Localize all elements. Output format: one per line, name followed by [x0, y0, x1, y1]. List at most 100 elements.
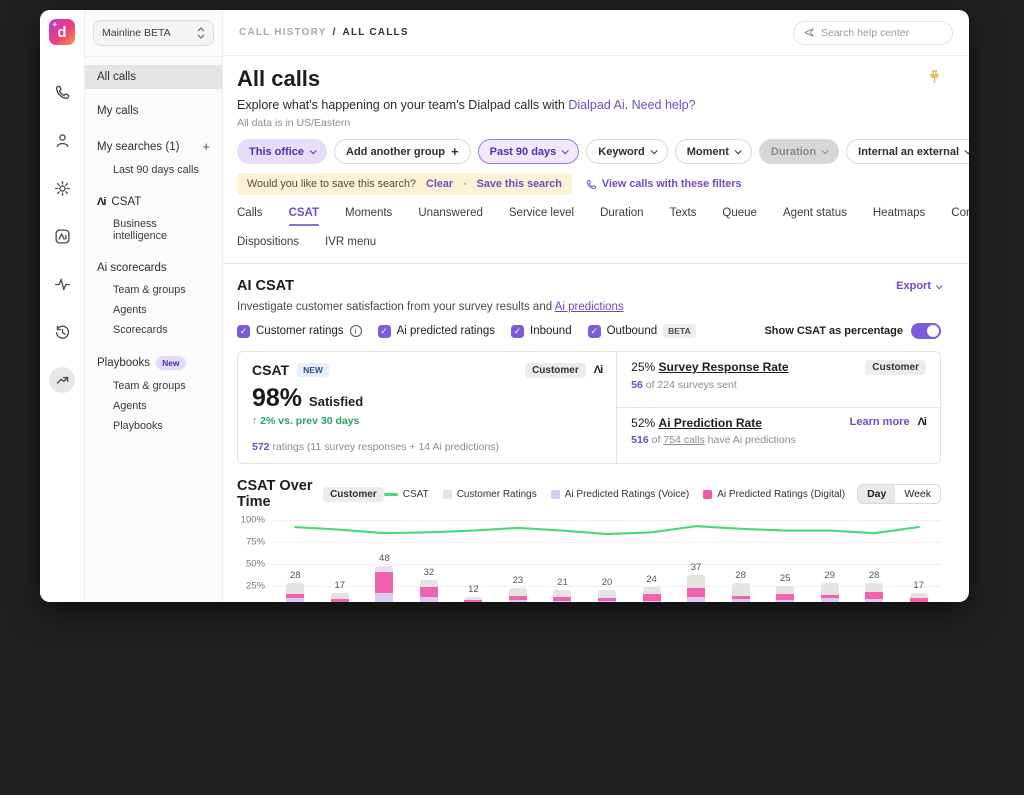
checkbox-outbound[interactable]: ✓OutboundBETA	[588, 324, 696, 338]
clear-search-button[interactable]: Clear	[426, 178, 453, 190]
contact-icon[interactable]	[49, 127, 75, 153]
filter-pill-internal-an-external[interactable]: Internal an external	[846, 139, 969, 164]
ai-prediction-sub: 516 of 754 calls have Ai predictions	[631, 434, 926, 446]
dialpad-ai-icon[interactable]	[49, 223, 75, 249]
dialpad-ai-icon: Λi	[97, 196, 105, 208]
sidebar-item-last-90-days-calls[interactable]: Last 90 days calls	[85, 160, 222, 180]
export-button[interactable]: Export	[896, 280, 941, 292]
sidebar-item-my-calls[interactable]: My calls	[85, 99, 222, 123]
dialpad-ai-icon: Λi	[918, 416, 926, 428]
interval-day[interactable]: Day	[858, 485, 895, 503]
analytics-trend-icon[interactable]	[49, 367, 75, 393]
y-tick-label: 75%	[246, 537, 265, 548]
sidebar-item-my-searches-1-[interactable]: My searches (1)+	[85, 133, 222, 160]
toggle-label: Show CSAT as percentage	[764, 325, 903, 337]
add-search-button[interactable]: +	[202, 139, 210, 154]
sidebar-item-label: Agents	[113, 400, 147, 412]
csat-summary-card: CSAT NEW Customer Λi 98% Satisfied ↑ 2% …	[237, 351, 617, 464]
save-search-button[interactable]: Save this search	[477, 178, 562, 190]
learn-more-link[interactable]: Learn more	[850, 416, 910, 428]
tabs-divider	[223, 263, 969, 264]
logo-spark-icon: ✦	[52, 22, 58, 29]
tab-concurrent-calls[interactable]: Concurrent calls	[951, 207, 969, 226]
csat-percentage-toggle[interactable]	[911, 323, 941, 339]
ai-predictions-link[interactable]: Ai predictions	[555, 301, 624, 313]
settings-gear-icon[interactable]	[49, 175, 75, 201]
filter-pill-add-another-group[interactable]: Add another group+	[334, 139, 471, 164]
tab-unanswered[interactable]: Unanswered	[418, 207, 483, 226]
sidebar-item-team-groups[interactable]: Team & groups	[85, 376, 222, 396]
ai-csat-title: AI CSAT	[237, 278, 294, 294]
chevron-down-icon	[562, 147, 569, 154]
need-help-link[interactable]: Need help?	[632, 98, 696, 112]
history-icon[interactable]	[49, 319, 75, 345]
tab-texts[interactable]: Texts	[670, 207, 697, 226]
legend-label: Customer Ratings	[457, 489, 537, 500]
filter-pill-duration: Duration	[759, 139, 839, 164]
csat-satisfied-label: Satisfied	[309, 394, 363, 409]
sidebar-item-ai-scorecards[interactable]: Ai scorecards	[85, 256, 222, 280]
sidebar-item-business-intelligence[interactable]: Business intelligence	[85, 214, 222, 246]
new-badge: NEW	[297, 363, 329, 377]
phone-icon[interactable]	[49, 79, 75, 105]
checkbox-inbound[interactable]: ✓Inbound	[511, 325, 572, 338]
tab-queue[interactable]: Queue	[722, 207, 757, 226]
breadcrumb-current: ALL CALLS	[343, 27, 409, 38]
dialpad-ai-link[interactable]: Dialpad Ai	[568, 98, 624, 112]
sidebar-item-csat[interactable]: ΛiCSAT	[85, 190, 222, 214]
sidebar: Mainline BETA All calls My calls My search…	[85, 10, 223, 602]
view-calls-link[interactable]: View calls with these filters	[586, 178, 742, 190]
sidebar-item-agents[interactable]: Agents	[85, 396, 222, 416]
sidebar-item-label: Ai scorecards	[97, 262, 167, 274]
checkbox-customer-ratings[interactable]: ✓Customer ratingsi	[237, 325, 362, 338]
sidebar-item-playbooks[interactable]: PlaybooksNew	[85, 350, 222, 376]
tab-dispositions[interactable]: Dispositions	[237, 236, 299, 253]
chevron-down-icon	[965, 147, 969, 154]
send-arrow-icon	[804, 27, 815, 38]
tab-service-level[interactable]: Service level	[509, 207, 574, 226]
export-label: Export	[896, 280, 931, 292]
sidebar-item-all-calls[interactable]: All calls	[85, 65, 222, 89]
app-window: ✦d Mainline BETA All calls My calls My sea…	[40, 10, 969, 602]
filter-pill-keyword[interactable]: Keyword	[586, 139, 667, 164]
ai-csat-description: Investigate customer satisfaction from y…	[237, 301, 941, 313]
csat-percentage: 98%	[252, 384, 302, 413]
tab-duration[interactable]: Duration	[600, 207, 643, 226]
toggle-knob	[927, 325, 939, 337]
legend-swatch	[384, 493, 398, 496]
sidebar-nav: All calls My calls My searches (1)+Last 90…	[85, 57, 222, 436]
dialpad-logo[interactable]: ✦d	[49, 19, 75, 45]
ai-prediction-link[interactable]: Ai Prediction Rate	[659, 416, 762, 430]
breadcrumb-section[interactable]: CALL HISTORY	[239, 27, 327, 38]
calls-link[interactable]: 754 calls	[663, 434, 704, 446]
tab-csat[interactable]: CSAT	[289, 207, 319, 226]
customer-badge: Customer	[323, 487, 384, 502]
tab-heatmaps[interactable]: Heatmaps	[873, 207, 925, 226]
filter-pill-moment[interactable]: Moment	[675, 139, 752, 164]
left-rail: ✦d	[40, 10, 85, 602]
tab-calls[interactable]: Calls	[237, 207, 263, 226]
sidebar-item-agents[interactable]: Agents	[85, 300, 222, 320]
tab-moments[interactable]: Moments	[345, 207, 392, 226]
pin-icon[interactable]	[928, 70, 941, 88]
sidebar-item-team-groups[interactable]: Team & groups	[85, 280, 222, 300]
tab-ivr-menu[interactable]: IVR menu	[325, 236, 376, 253]
survey-response-link[interactable]: Survey Response Rate	[659, 360, 789, 374]
workspace-selector[interactable]: Mainline BETA	[93, 20, 214, 46]
activity-pulse-icon[interactable]	[49, 271, 75, 297]
filter-pill-past-90-days[interactable]: Past 90 days	[478, 139, 580, 164]
filter-pill-label: Moment	[687, 146, 729, 158]
checkbox-ai-predicted-ratings[interactable]: ✓Ai predicted ratings	[378, 325, 495, 338]
topbar: CALL HISTORY / ALL CALLS Search help cen…	[223, 10, 969, 56]
filter-pill-this-office[interactable]: This office	[237, 139, 327, 164]
filter-pill-label: Keyword	[598, 146, 644, 158]
legend-item-ai-predicted-ratings-digital-: Ai Predicted Ratings (Digital)	[703, 489, 845, 500]
help-search-input[interactable]: Search help center	[793, 21, 953, 45]
sidebar-item-playbooks[interactable]: Playbooks	[85, 416, 222, 436]
tab-agent-status[interactable]: Agent status	[783, 207, 847, 226]
interval-week[interactable]: Week	[895, 485, 940, 503]
sidebar-item-label: All calls	[97, 71, 136, 83]
info-icon[interactable]: i	[350, 325, 362, 337]
csat-card-title: CSAT	[252, 362, 289, 378]
sidebar-item-scorecards[interactable]: Scorecards	[85, 320, 222, 340]
